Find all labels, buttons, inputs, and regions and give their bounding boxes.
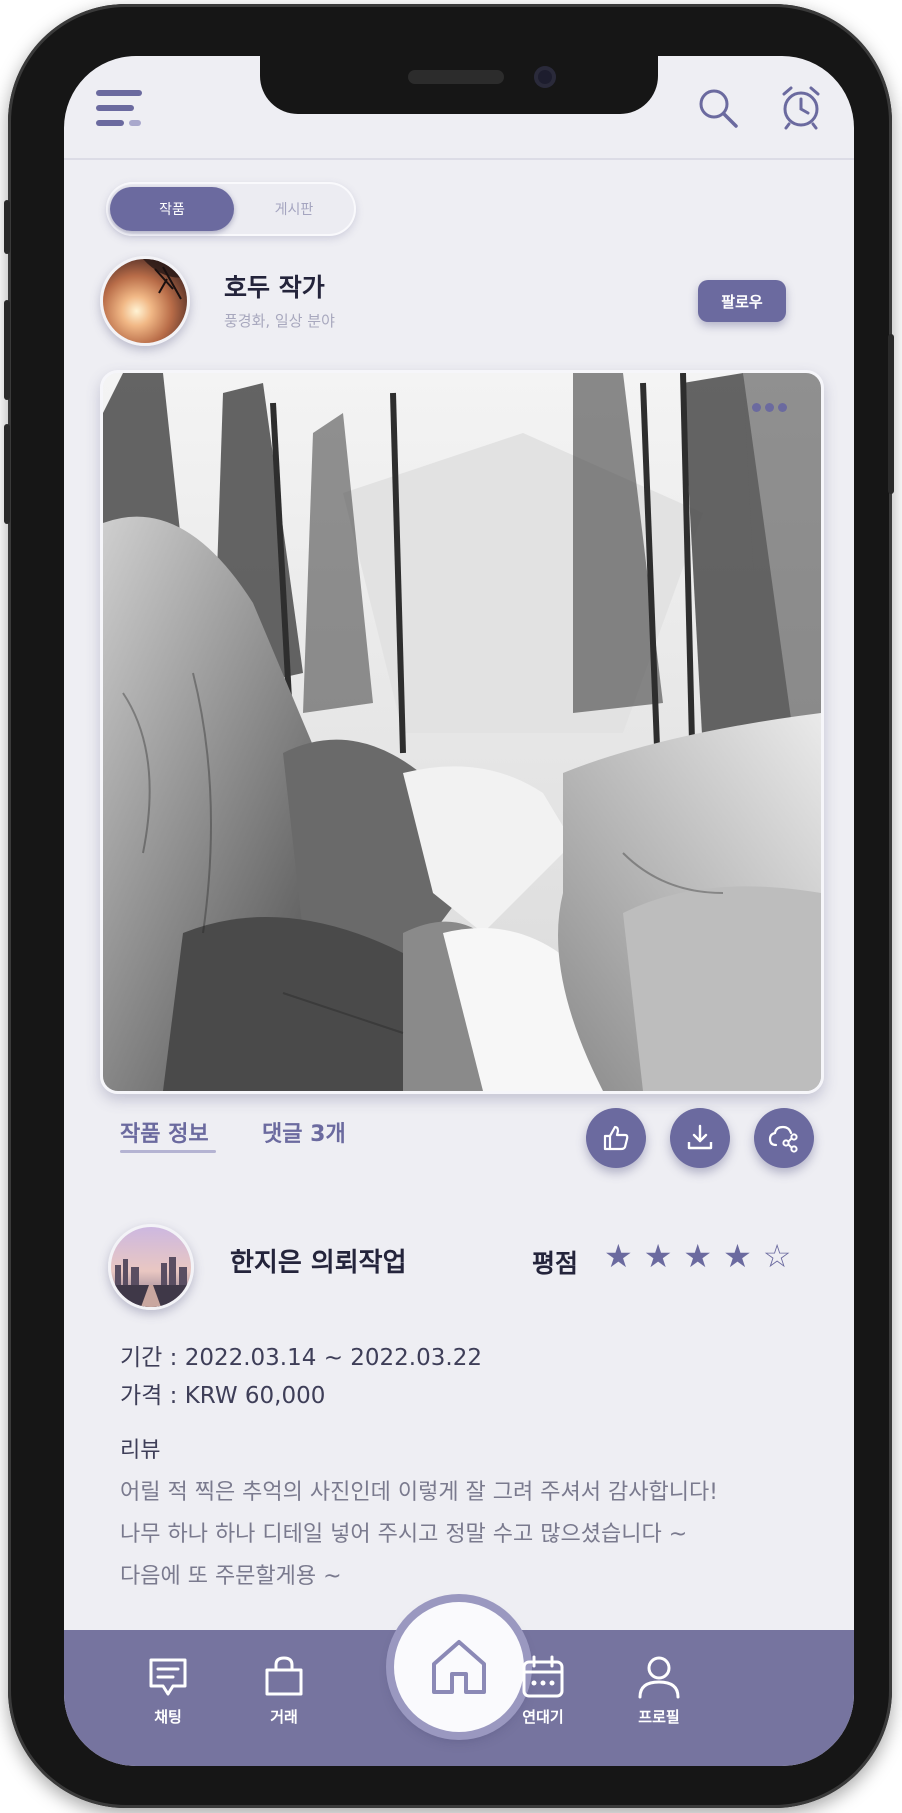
review-period: 기간 : 2022.03.14 ~ 2022.03.22 <box>120 1345 482 1371</box>
menu-icon[interactable] <box>94 84 146 132</box>
nav-trade[interactable]: 거래 <box>239 1654 329 1727</box>
speaker <box>408 70 504 84</box>
mute-switch <box>4 200 10 254</box>
download-icon[interactable] <box>670 1108 730 1168</box>
tab-works[interactable]: 작품 <box>110 187 234 231</box>
artwork-image[interactable] <box>100 370 824 1094</box>
calendar-icon <box>522 1655 564 1698</box>
nav-chronicle[interactable]: 연대기 <box>498 1654 588 1727</box>
review-text-line: 어릴 적 찍은 추억의 사진인데 이렇게 잘 그려 주셔서 감사합니다! <box>120 1480 718 1505</box>
volume-down-button <box>4 424 10 524</box>
nav-chronicle-label: 연대기 <box>522 1708 564 1726</box>
star-icon: ★ <box>643 1237 673 1275</box>
tab-artwork-info[interactable]: 작품 정보 <box>120 1116 209 1148</box>
author-specialty: 풍경화, 일상 분야 <box>224 312 335 330</box>
tab-active-indicator <box>120 1150 216 1153</box>
star-icon: ★ <box>723 1237 752 1275</box>
nav-profile[interactable]: 프로필 <box>614 1654 704 1727</box>
review-text-line: 나무 하나 하나 디테일 넣어 주시고 정말 수고 많으셨습니다 ~ <box>120 1522 688 1547</box>
chat-icon <box>149 1658 187 1696</box>
user-icon <box>638 1656 680 1699</box>
nav-profile-label: 프로필 <box>638 1708 680 1726</box>
reviewer-avatar[interactable] <box>108 1224 194 1310</box>
phone-frame: 작품 게시판 호두 작가 풍경화, 일상 분야 팔로우 작품 정보 댓글 3개 … <box>4 4 894 1808</box>
rating-label: 평점 <box>532 1249 579 1278</box>
segment-control: 작품 게시판 <box>106 182 356 236</box>
reviewer-name: 한지은 의뢰작업 <box>230 1248 407 1278</box>
screen: 작품 게시판 호두 작가 풍경화, 일상 분야 팔로우 작품 정보 댓글 3개 … <box>64 56 854 1766</box>
power-button <box>888 334 894 494</box>
review-price: 가격 : KRW 60,000 <box>120 1383 326 1409</box>
review-text-line: 다음에 또 주문할게용 ~ <box>120 1564 342 1589</box>
shopping-bag-icon <box>265 1656 303 1696</box>
more-dots-icon[interactable] <box>752 403 787 412</box>
nav-chat-label: 채팅 <box>154 1708 182 1726</box>
nav-chat[interactable]: 채팅 <box>123 1654 213 1727</box>
follow-button[interactable]: 팔로우 <box>698 280 786 322</box>
thumbs-up-icon[interactable] <box>586 1108 646 1168</box>
tab-board[interactable]: 게시판 <box>236 187 352 231</box>
share-cloud-icon[interactable] <box>754 1108 814 1168</box>
star-icon: ★ <box>683 1237 713 1275</box>
notch <box>260 56 658 114</box>
front-camera <box>534 66 556 88</box>
alarm-clock-icon[interactable] <box>776 82 826 132</box>
volume-up-button <box>4 300 10 400</box>
rating-stars: ★ ★ ★ ★ ☆ <box>604 1240 791 1272</box>
nav-trade-label: 거래 <box>270 1708 298 1726</box>
review-label: 리뷰 <box>120 1438 161 1463</box>
author-avatar[interactable] <box>100 256 190 346</box>
search-icon[interactable] <box>694 84 742 132</box>
star-outline-icon: ☆ <box>762 1237 792 1275</box>
author-name: 호두 작가 <box>224 273 325 302</box>
star-icon: ★ <box>604 1237 633 1275</box>
tab-comments[interactable]: 댓글 3개 <box>262 1116 346 1148</box>
